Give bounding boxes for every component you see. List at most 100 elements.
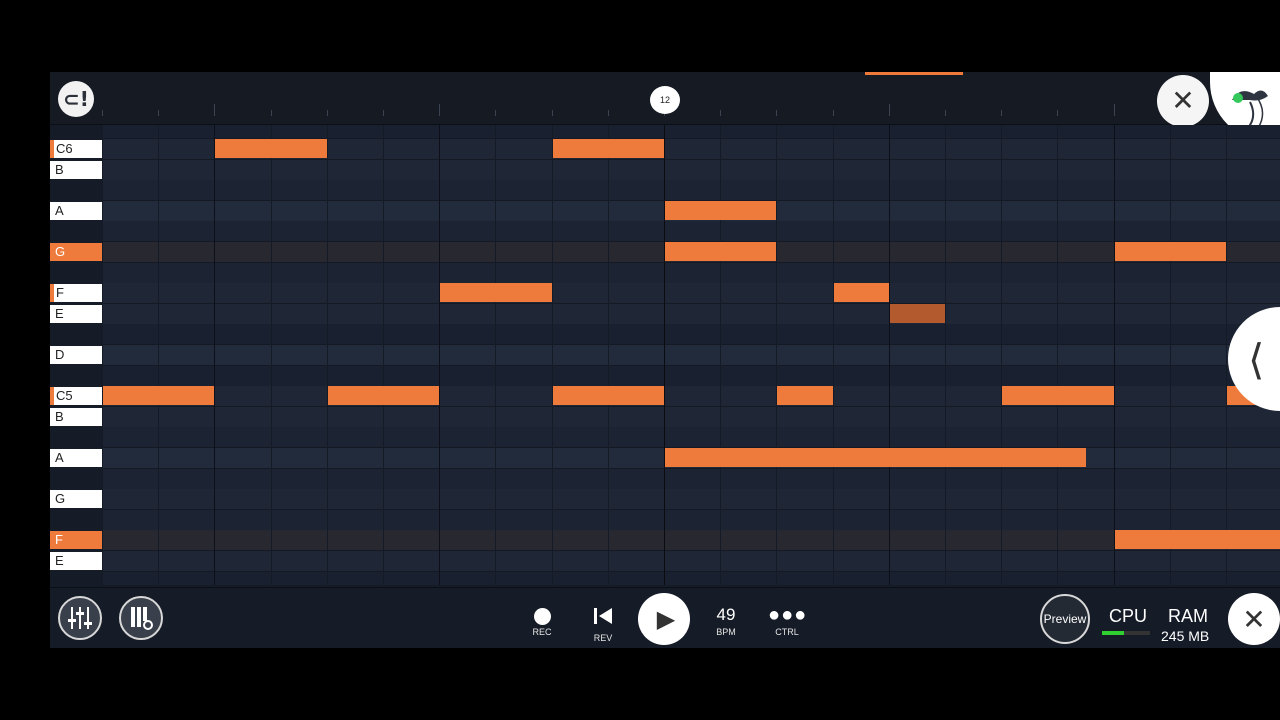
cpu-meter — [1102, 631, 1150, 635]
grid-row — [102, 180, 1280, 202]
timeline-tick — [720, 110, 722, 116]
grid-row — [102, 571, 1280, 585]
rec-label: REC — [532, 627, 552, 637]
bpm-label: BPM — [716, 627, 736, 637]
ctrl-control[interactable]: ●●● CTRL — [768, 605, 806, 637]
piano-key[interactable]: D — [50, 346, 102, 364]
grid-row — [102, 509, 1280, 531]
piano-key[interactable]: F — [50, 531, 102, 550]
cpu-label: CPU — [1109, 606, 1148, 626]
loop-region-marker[interactable] — [865, 72, 963, 75]
midi-note[interactable] — [1114, 530, 1280, 550]
grid-beat-line — [270, 125, 272, 585]
piano-key[interactable]: F — [50, 284, 102, 303]
midi-note[interactable] — [1002, 386, 1114, 406]
play-button[interactable]: ▶ — [638, 593, 690, 645]
piano-key[interactable]: A — [50, 201, 102, 220]
chevron-left-icon: ⟨ — [1248, 336, 1265, 383]
timeline-tick — [1113, 104, 1115, 116]
ram-value: 245 MB — [1161, 628, 1210, 644]
piano-key[interactable]: E — [50, 304, 102, 323]
grid-row — [102, 324, 1280, 346]
preview-button[interactable]: Preview — [1040, 594, 1090, 644]
midi-note[interactable] — [833, 283, 889, 303]
midi-note[interactable] — [1114, 242, 1226, 261]
grid-row — [102, 468, 1280, 490]
grid-beat-line — [383, 125, 384, 585]
timeline-tick — [1001, 110, 1003, 116]
grid-row — [102, 427, 1280, 449]
midi-note[interactable] — [327, 386, 440, 406]
timeline-tick — [158, 110, 160, 116]
grid-row — [102, 125, 1280, 140]
midi-note[interactable] — [103, 386, 215, 406]
midi-note[interactable] — [665, 200, 777, 220]
timeline-header[interactable]: ⊂! 12 ✕ — [50, 72, 1280, 142]
close-piano-roll-button[interactable]: ✕ — [1157, 75, 1209, 127]
midi-note[interactable] — [552, 139, 664, 158]
rev-control[interactable]: REV — [586, 606, 620, 643]
grid-beat-line — [776, 125, 778, 585]
midi-note[interactable] — [215, 139, 327, 158]
close-app-button[interactable]: ✕ — [1228, 593, 1280, 645]
timeline-tick — [495, 110, 497, 116]
piano-key[interactable]: C6 — [50, 140, 102, 158]
grid-beat-line — [1057, 125, 1059, 585]
close-icon: ✕ — [1171, 85, 1195, 116]
grid-beat-line — [214, 125, 216, 585]
grid-row — [102, 303, 1280, 325]
midi-note[interactable] — [440, 283, 552, 303]
grid-beat-line — [607, 125, 609, 585]
midi-note[interactable] — [665, 448, 1086, 467]
note-grid[interactable] — [102, 125, 1280, 585]
midi-note[interactable] — [552, 386, 664, 406]
grid-beat-line — [945, 125, 946, 585]
grid-beat-line — [1226, 125, 1227, 585]
grid-beat-line — [102, 125, 103, 585]
piano-key[interactable]: B — [50, 160, 102, 179]
piano-key[interactable]: B — [50, 407, 102, 426]
grid-beat-line — [1113, 125, 1115, 585]
timeline-tick — [551, 110, 553, 116]
timeline-tick — [102, 110, 103, 116]
piano-key[interactable]: E — [50, 552, 102, 570]
timeline-tick — [439, 104, 441, 116]
piano-key[interactable]: A — [50, 449, 102, 467]
piano-key[interactable]: G — [50, 243, 102, 261]
grid-row — [102, 345, 1280, 366]
piano-key[interactable]: G — [50, 490, 102, 509]
timeline-tick — [607, 110, 609, 116]
record-icon — [533, 608, 551, 625]
piano-roll-app: ⊂! 12 ✕ C6 B A G F E D C5 B A G F E ⟨ RE… — [50, 72, 1280, 648]
midi-note[interactable] — [777, 386, 833, 406]
midi-note[interactable] — [665, 242, 777, 261]
grid-row — [102, 159, 1280, 181]
piano-roll-settings-button[interactable] — [119, 596, 163, 640]
mixer-button[interactable] — [58, 596, 102, 640]
timeline-tick — [888, 104, 890, 116]
ctrl-label: CTRL — [775, 627, 799, 637]
play-icon: ▶ — [656, 605, 676, 633]
timeline-tick — [214, 104, 216, 116]
skip-back-icon — [594, 608, 612, 624]
grid-row — [102, 365, 1280, 387]
piano-keyboard[interactable]: C6 B A G F E D C5 B A G F E — [50, 125, 102, 585]
ram-label: RAM — [1168, 606, 1208, 626]
grid-beat-line — [720, 125, 722, 585]
grid-row — [102, 489, 1280, 511]
bpm-control[interactable]: 49 BPM — [708, 605, 744, 637]
rec-control[interactable]: REC — [525, 608, 559, 637]
grid-beat-line — [664, 125, 665, 585]
timeline-tick — [326, 110, 328, 116]
magnet-snap-button[interactable]: ⊂! — [58, 81, 94, 117]
mixer-sliders-icon — [68, 607, 92, 629]
cpu-meter-fill — [1102, 631, 1124, 635]
piano-key[interactable]: C5 — [50, 387, 102, 406]
grid-row — [102, 221, 1280, 243]
grid-beat-line — [1001, 125, 1003, 585]
transport-bar: REC REV ▶ 49 BPM ●●● CTRL Preview CPU RA… — [50, 587, 1280, 648]
playhead-position-badge[interactable]: 12 — [650, 86, 680, 114]
midi-note[interactable] — [889, 303, 945, 323]
grid-beat-line — [326, 125, 328, 585]
grid-beat-line — [158, 125, 160, 585]
